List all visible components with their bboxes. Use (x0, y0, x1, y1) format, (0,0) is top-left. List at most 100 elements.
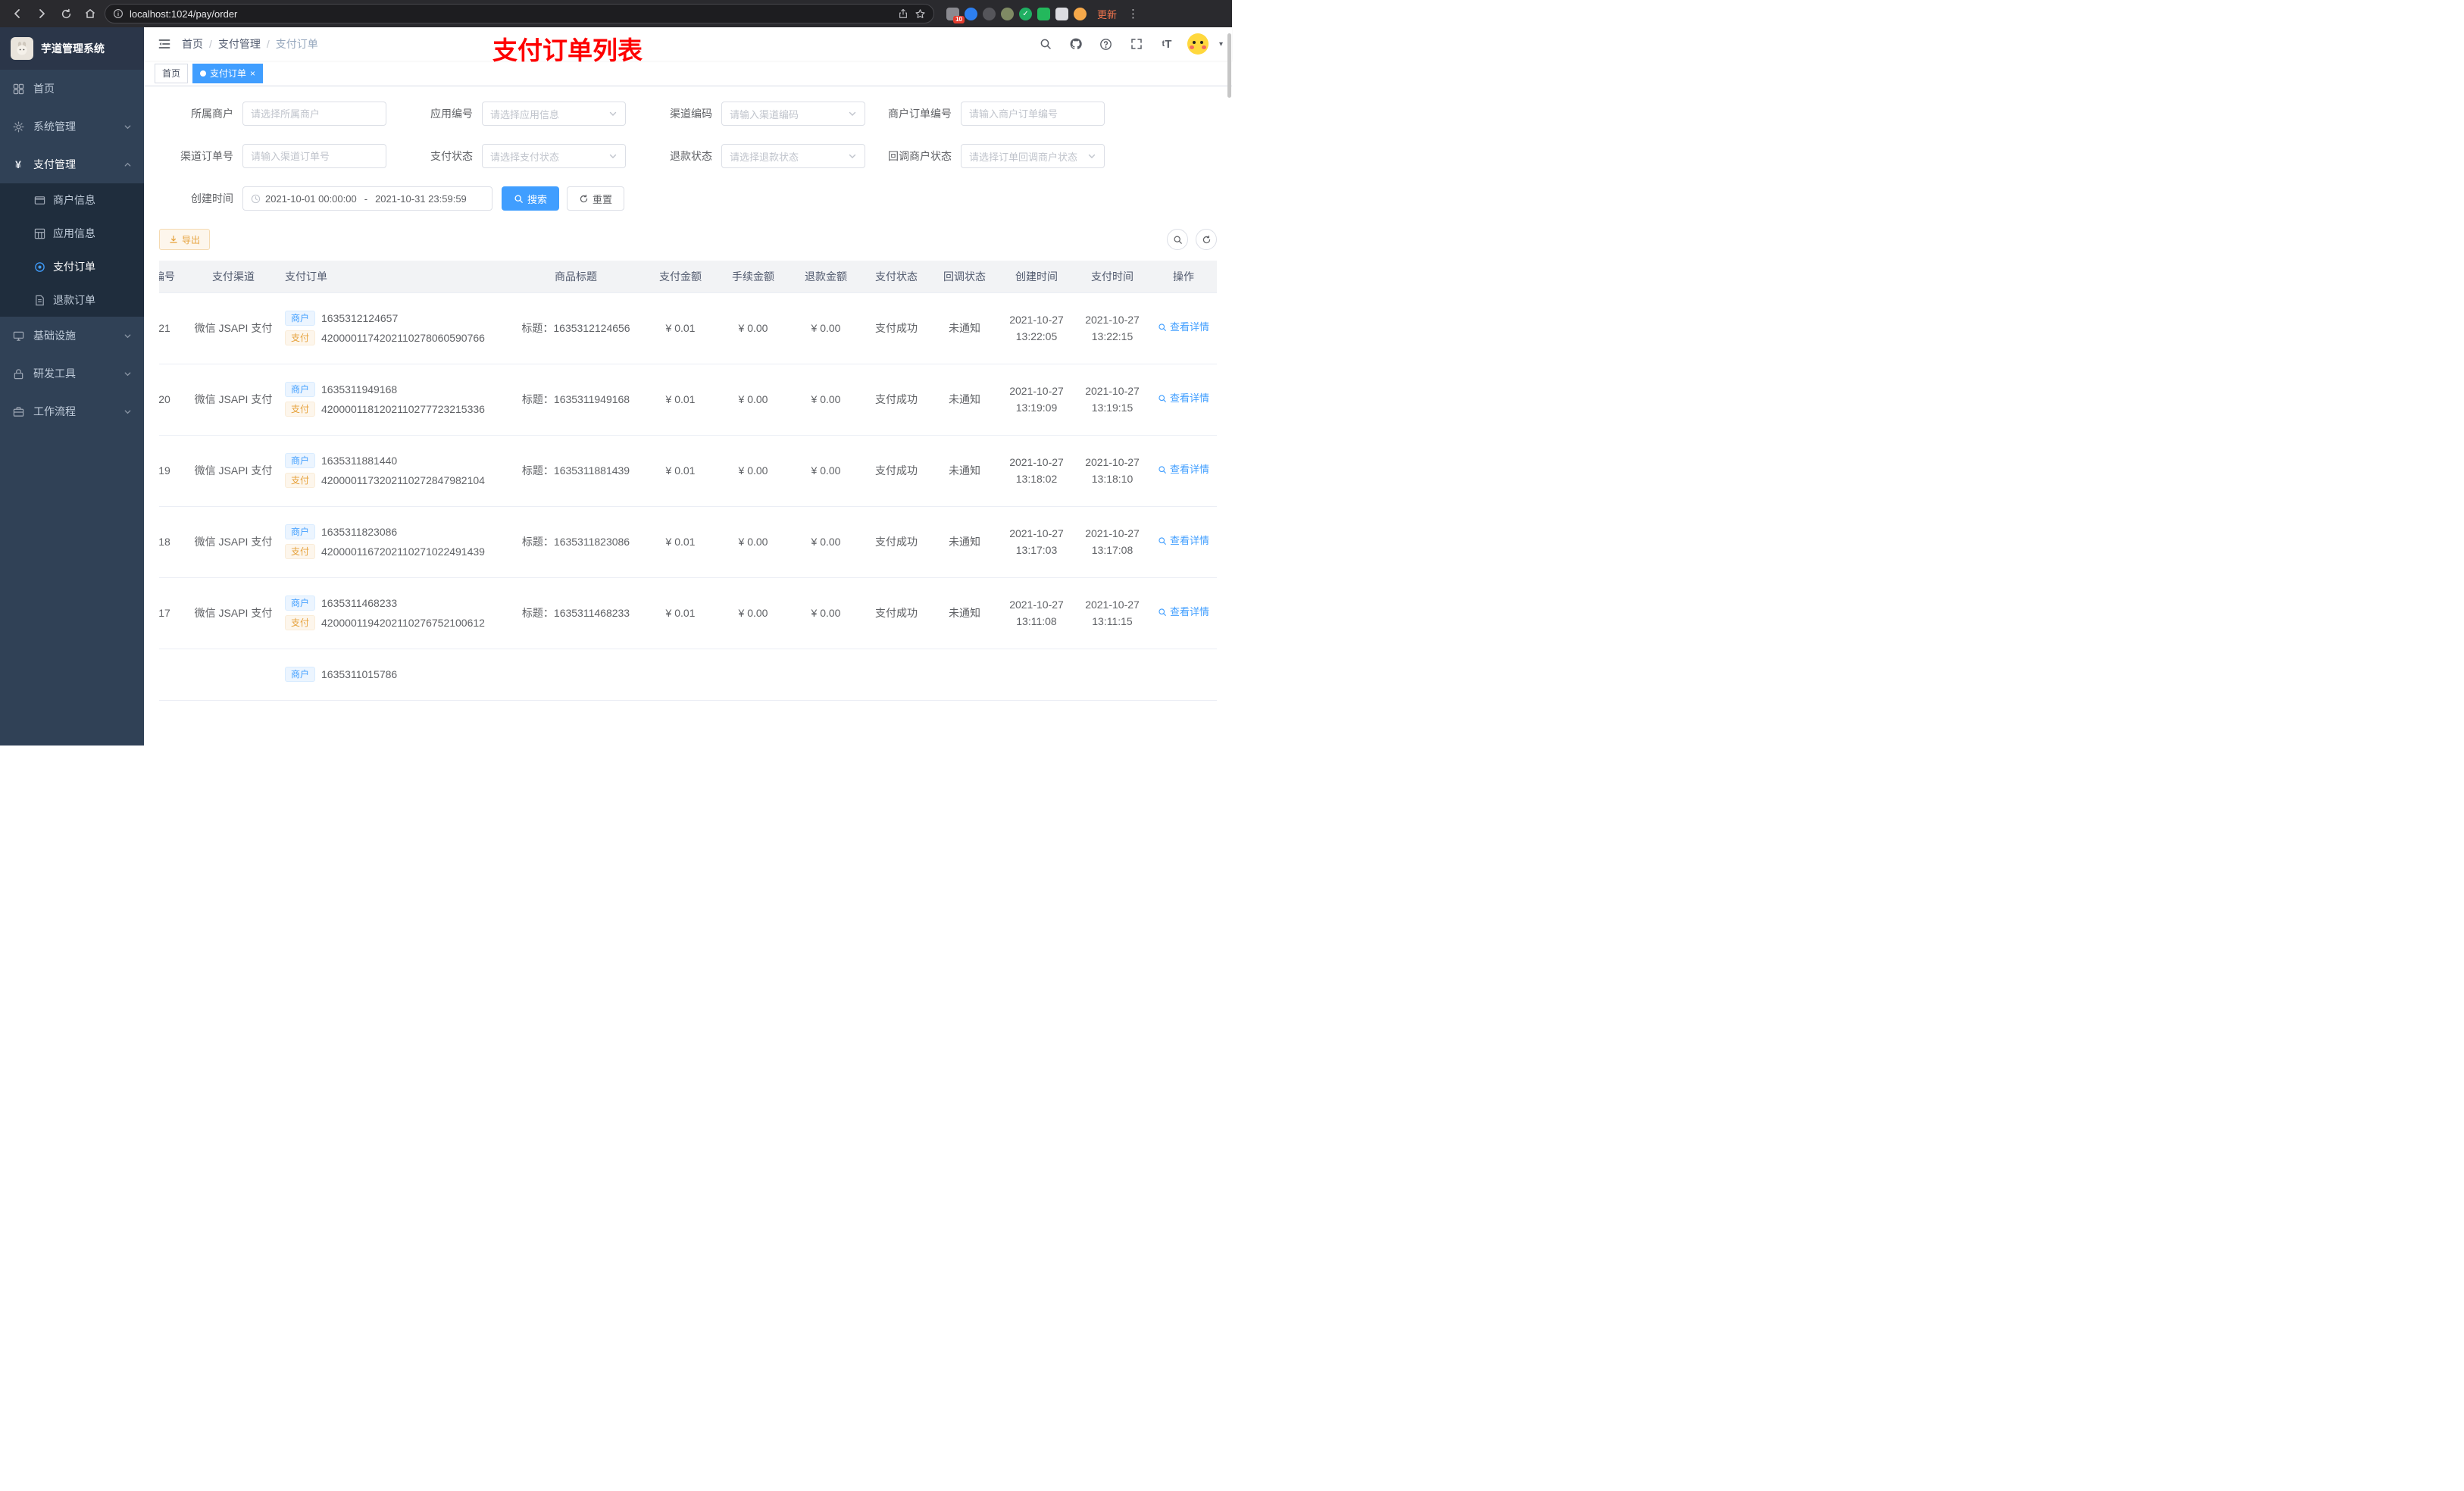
share-icon[interactable] (898, 8, 908, 19)
cell-actions: 查看详情 (1150, 577, 1217, 649)
table-row: 19 微信 JSAPI 支付 商户 1635311881440 支付 4200001… (159, 435, 1217, 507)
cell-order: 商户 1635312124657 支付 4200001174202110278060… (280, 292, 508, 364)
sidebar-item-pay-order[interactable]: 支付订单 (0, 250, 144, 283)
sidebar-item-merchant-info[interactable]: 商户信息 (0, 183, 144, 217)
sidebar-item-infra[interactable]: 基础设施 (0, 317, 144, 355)
view-detail-link[interactable]: 查看详情 (1158, 605, 1209, 620)
extension-badge: 10 (953, 15, 965, 23)
back-button[interactable] (8, 4, 27, 23)
cell-created: 2021-10-27 13:17:03 (999, 506, 1074, 578)
cell-channel (186, 649, 280, 701)
filter-channel-code: 渠道编码 请输入渠道编码 (638, 102, 865, 126)
orders-table: 编号 支付渠道 支付订单 商品标题 支付金额 手续金额 退款金额 支付状态 回调… (159, 261, 1217, 701)
extensions-pin-icon[interactable] (1055, 7, 1068, 20)
extension-icon[interactable] (983, 7, 996, 20)
breadcrumb-payment[interactable]: 支付管理 (218, 36, 261, 52)
cell-order: 商户 1635311468233 支付 4200001194202110276752… (280, 577, 508, 649)
search-button[interactable]: 搜索 (502, 186, 560, 211)
cell-notify: 未通知 (930, 292, 999, 364)
sidebar-item-payment[interactable]: ¥ 支付管理 (0, 145, 144, 183)
merchant-tag: 商户 (285, 311, 316, 326)
sidebar-toggle-icon[interactable] (153, 33, 176, 55)
url-bar[interactable]: localhost:1024/pay/order (105, 4, 934, 23)
view-detail-link[interactable]: 查看详情 (1158, 533, 1209, 549)
filter-merchant: 所属商户 (159, 102, 386, 126)
cell-created: 2021-10-27 13:18:02 (999, 435, 1074, 507)
cell-order: 商户 1635311015786 (280, 649, 508, 701)
cell-created: 2021-10-27 13:11:08 (999, 577, 1074, 649)
tab-pay-order[interactable]: 支付订单 × (192, 63, 264, 83)
profile-avatar[interactable] (1074, 7, 1087, 20)
app-window: 芋道管理系统 首页 系统管理 ¥ 支付管理 商户信息 应用信息 支付订单 退款订… (0, 27, 1232, 746)
refund-status-select[interactable]: 请选择退款状态 (721, 144, 865, 168)
pay-status-select[interactable]: 请选择支付状态 (482, 144, 626, 168)
col-header-fee: 手续金额 (717, 261, 790, 293)
notify-status-select[interactable]: 请选择订单回调商户状态 (961, 144, 1105, 168)
sidebar-item-label: 基础设施 (33, 330, 76, 342)
tab-home[interactable]: 首页 (155, 63, 189, 83)
pay-no: 4200001167202110271022491439 (321, 545, 485, 558)
sidebar-item-system[interactable]: 系统管理 (0, 108, 144, 145)
cell-pay-amount: ¥ 0.01 (644, 577, 717, 649)
table-row: 17 微信 JSAPI 支付 商户 1635311468233 支付 4200001… (159, 577, 1217, 649)
page-scrollbar[interactable] (1227, 33, 1231, 98)
reset-button[interactable]: 重置 (567, 186, 625, 211)
site-info-icon[interactable] (113, 8, 124, 19)
extension-icon[interactable]: ✓ (1019, 7, 1032, 20)
filter-row-1: 所属商户 应用编号 请选择应用信息 渠道编码 请输入渠道编码 (159, 102, 1217, 126)
merchant-input[interactable] (242, 102, 386, 126)
app-id-select[interactable]: 请选择应用信息 (482, 102, 626, 126)
extension-icon[interactable]: 10 (946, 7, 965, 23)
sidebar-item-workflow[interactable]: 工作流程 (0, 392, 144, 430)
sidebar-item-label: 退款订单 (53, 294, 95, 306)
field-label: 渠道编码 (670, 108, 712, 120)
cell-fee: ¥ 0.00 (717, 364, 790, 436)
export-button[interactable]: 导出 (159, 229, 211, 250)
forward-button[interactable] (32, 4, 52, 23)
breadcrumb-home[interactable]: 首页 (182, 36, 203, 52)
user-avatar[interactable] (1187, 33, 1209, 55)
extension-icon[interactable] (1001, 7, 1014, 20)
browser-update-button[interactable]: 更新 (1091, 5, 1123, 23)
caret-down-icon[interactable]: ▾ (1219, 40, 1223, 48)
table-tools (1167, 229, 1217, 250)
sidebar-item-devtools[interactable]: 研发工具 (0, 355, 144, 392)
chevron-down-icon (1087, 152, 1096, 161)
fullscreen-icon[interactable] (1127, 34, 1146, 54)
col-header-notify: 回调状态 (930, 261, 999, 293)
browser-menu-icon[interactable]: ⋮ (1127, 7, 1139, 20)
field-label: 退款状态 (670, 150, 712, 162)
help-icon[interactable] (1096, 34, 1116, 54)
filter-row-2: 渠道订单号 支付状态 请选择支付状态 退款状态 请选择退款状态 (159, 144, 1217, 168)
extension-icon[interactable] (965, 7, 977, 20)
view-detail-link[interactable]: 查看详情 (1158, 320, 1209, 335)
filter-create-time: 创建时间 2021-10-01 00:00:00 - 2021-10-31 23… (159, 186, 492, 211)
sidebar-item-app-info[interactable]: 应用信息 (0, 217, 144, 250)
channel-code-select[interactable]: 请输入渠道编码 (721, 102, 865, 126)
table-refresh-button[interactable] (1196, 229, 1217, 250)
search-icon[interactable] (1036, 34, 1055, 54)
close-icon[interactable]: × (250, 69, 255, 78)
channel-order-no-input[interactable] (242, 144, 386, 168)
chevron-down-icon (124, 408, 132, 416)
github-icon[interactable] (1066, 34, 1086, 54)
reload-button[interactable] (56, 4, 76, 23)
select-placeholder: 请选择订单回调商户状态 (969, 151, 1078, 163)
merchant-order-no-input[interactable] (961, 102, 1105, 126)
chevron-down-icon (124, 370, 132, 378)
sidebar-item-home[interactable]: 首页 (0, 70, 144, 108)
extension-icon[interactable] (1037, 7, 1050, 20)
cell-id: 18 (159, 506, 186, 578)
sidebar-item-label: 支付订单 (53, 261, 95, 273)
filter-merchant-order-no: 商户订单编号 (877, 102, 1105, 126)
tab-label: 支付订单 (210, 68, 247, 79)
view-detail-link[interactable]: 查看详情 (1158, 391, 1209, 406)
cell-status: 支付成功 (862, 364, 930, 436)
sidebar-item-refund-order[interactable]: 退款订单 (0, 283, 144, 317)
font-size-icon[interactable]: tT (1157, 34, 1177, 54)
date-range-picker[interactable]: 2021-10-01 00:00:00 - 2021-10-31 23:59:5… (242, 186, 492, 211)
bookmark-star-icon[interactable] (915, 8, 926, 20)
home-button[interactable] (80, 4, 100, 23)
view-detail-link[interactable]: 查看详情 (1158, 462, 1209, 477)
search-toggle-button[interactable] (1167, 229, 1188, 250)
